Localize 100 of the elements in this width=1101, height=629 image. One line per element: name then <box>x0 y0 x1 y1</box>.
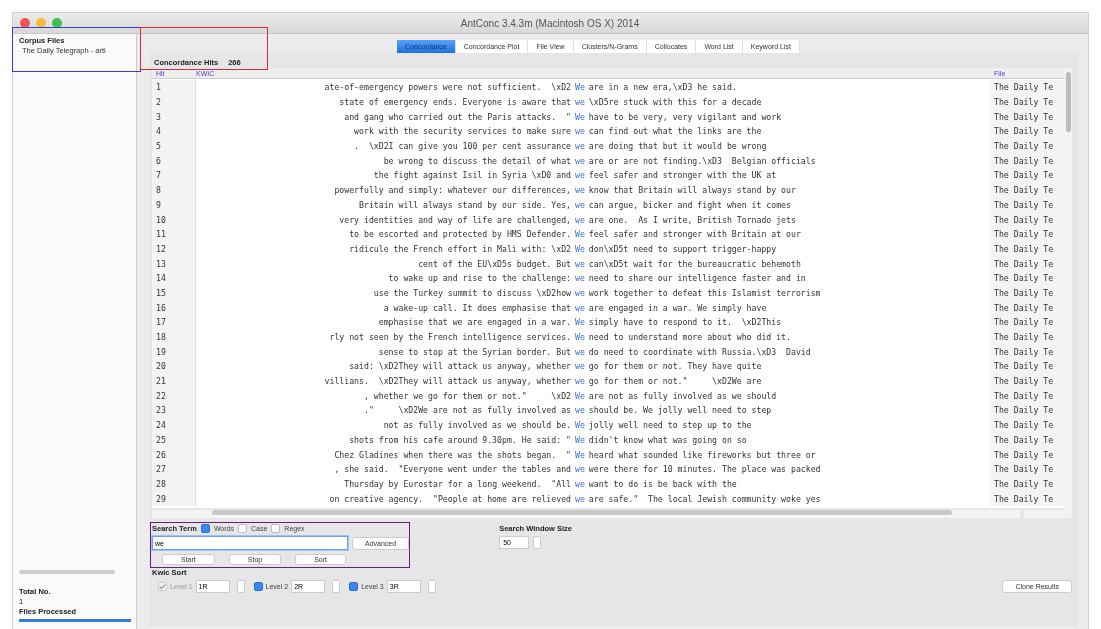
file-cell: The Daily Te <box>990 359 1064 374</box>
zoom-icon[interactable] <box>52 18 62 28</box>
right-context: jolly well need to step up to the <box>588 420 753 431</box>
left-context: ridicule the French effort in Mali with: \xD2 <box>348 243 571 254</box>
right-context: work together to defeat this Islamist terrorism <box>588 287 822 298</box>
stepper-icon[interactable] <box>332 580 341 593</box>
hit-number: 19 <box>152 344 196 360</box>
right-context: can\xD5t wait for the bureaucratic behemoth <box>588 258 802 269</box>
keyword: we <box>574 126 586 137</box>
keyword: we <box>574 97 586 108</box>
right-context: are in a new era,\xD3 he said. <box>588 82 738 93</box>
left-context: Britain will always stand by our side. Yes, <box>358 199 571 210</box>
left-context: the fight against Isil in Syria \xD0 and <box>372 170 571 181</box>
left-context: . \xD2I can give you 100 per cent assurance <box>353 141 571 152</box>
scrollbar[interactable] <box>19 570 115 574</box>
keyword: we <box>574 141 586 152</box>
left-context: villians. \xD2They will attack us anyway, whether <box>323 376 571 387</box>
file-cell: The Daily Te <box>990 124 1064 139</box>
minimize-icon[interactable] <box>36 18 46 28</box>
right-context: are one. As I write, British Tornado jets <box>588 214 797 225</box>
left-context: rly not seen by the French intelligence services. <box>328 332 571 343</box>
right-context: are safe." The local Jewish community woke yes <box>588 493 822 504</box>
left-context: use the Turkey summit to discuss \xD2how <box>372 287 571 298</box>
keyword: we <box>574 478 586 489</box>
hit-number: 7 <box>152 168 196 183</box>
left-context: and gang who carried out the Paris attacks. " <box>343 111 571 122</box>
right-context: don\xD5t need to support trigger-happy <box>588 243 778 254</box>
left-context: to be escorted and protected by HMS Defender. <box>348 229 571 240</box>
stepper-icon[interactable] <box>236 580 245 593</box>
keyword: We <box>574 82 586 93</box>
file-cell: The Daily Te <box>990 80 1064 95</box>
keyword: We <box>574 434 586 445</box>
right-context: should be. We jolly well need to step <box>588 405 773 416</box>
keyword: we <box>574 493 586 504</box>
left-context: work with the security services to make sure <box>353 126 571 137</box>
right-context: were there for 10 minutes. The place was packed <box>588 464 822 475</box>
keyword: we <box>574 199 586 210</box>
left-context: cent of the EU\xD5s budget. But <box>417 258 571 269</box>
right-context: feel safer and stronger with the UK at <box>588 170 778 181</box>
checkbox[interactable] <box>253 582 263 591</box>
keyword: we <box>574 287 586 298</box>
file-cell: The Daily Te <box>990 447 1064 462</box>
keyword: we <box>574 302 586 313</box>
keyword: We <box>574 332 586 343</box>
hit-number: 17 <box>152 315 196 330</box>
file-cell: The Daily Te <box>990 168 1064 183</box>
file-cell: The Daily Te <box>990 153 1064 169</box>
keyword: We <box>574 111 586 122</box>
stepper-icon[interactable] <box>427 580 436 593</box>
keyword: we <box>574 258 586 269</box>
keyword: We <box>574 229 586 240</box>
right-context: have to be very, very vigilant and work <box>588 111 783 122</box>
vertical-scrollbar[interactable] <box>1064 68 1072 518</box>
window-title: AntConc 3.4.3m (Macintosh OS X) 2014 <box>459 17 641 29</box>
right-context: need to understand more about who did it. <box>588 332 792 343</box>
left-context: to wake up and rise to the challenge: <box>387 273 571 284</box>
right-context: want to do is be back with the <box>588 478 738 489</box>
keyword: we <box>574 376 586 387</box>
file-cell: The Daily Te <box>990 491 1064 506</box>
left-context: be wrong to discuss the detail of what <box>382 155 571 166</box>
left-context: on creative agency. "People at home are relieved <box>328 493 571 504</box>
checkbox[interactable] <box>200 524 210 533</box>
file-cell: The Daily Te <box>990 212 1064 227</box>
keyword: we <box>574 273 586 284</box>
hit-number: 6 <box>152 153 196 169</box>
right-context: do need to coordinate with Russia.\xD3 David <box>588 346 812 357</box>
hit-number: 16 <box>152 300 196 315</box>
right-context: can argue, bicker and fight when it comes <box>588 199 792 210</box>
left-context: shots from his cafe around 9.30pm. He said: " <box>348 434 571 445</box>
file-cell: The Daily Te <box>990 388 1064 404</box>
hit-number: 4 <box>152 124 196 139</box>
checkbox[interactable] <box>238 524 247 533</box>
hit-number: 3 <box>152 109 196 125</box>
left-context: , whether we go for them or not." \xD2 <box>362 390 571 401</box>
file-cell: The Daily Te <box>990 109 1064 125</box>
checkbox[interactable] <box>271 524 281 533</box>
file-cell: The Daily Te <box>990 315 1064 330</box>
checkbox[interactable] <box>349 582 359 591</box>
right-context: didn't know what was going on so <box>588 434 748 445</box>
left-context: , she said. "Everyone went under the tables and <box>333 464 571 475</box>
right-context: are engaged in a war. We simply have <box>588 302 768 313</box>
file-cell: The Daily Te <box>990 403 1064 418</box>
right-context: need to share our intelligence faster and in <box>588 273 807 284</box>
right-context: are doing that but it would be wrong <box>588 141 768 152</box>
hit-number: 23 <box>152 403 196 418</box>
horizontal-scrollbar[interactable] <box>152 510 1020 518</box>
right-context: \xD5re stuck with this for a decade <box>588 97 763 108</box>
left-context: emphasise that we are engaged in a war. <box>377 317 571 328</box>
hit-number: 26 <box>152 447 196 462</box>
keyword: We <box>574 390 586 401</box>
keyword: We <box>574 317 586 328</box>
hit-number: 29 <box>152 491 196 506</box>
left-context: powerfully and simply: whatever our differences, <box>333 185 571 196</box>
left-context: sense to stop at the Syrian border. But <box>377 346 571 357</box>
close-icon[interactable] <box>20 18 30 28</box>
keyword: We <box>574 243 586 254</box>
file-cell: The Daily Te <box>990 300 1064 315</box>
right-context: heard what sounded like fireworks but three or <box>588 449 817 460</box>
stepper-icon[interactable] <box>533 536 542 549</box>
left-context: said: \xD2They will attack us anyway, whether <box>348 361 571 372</box>
